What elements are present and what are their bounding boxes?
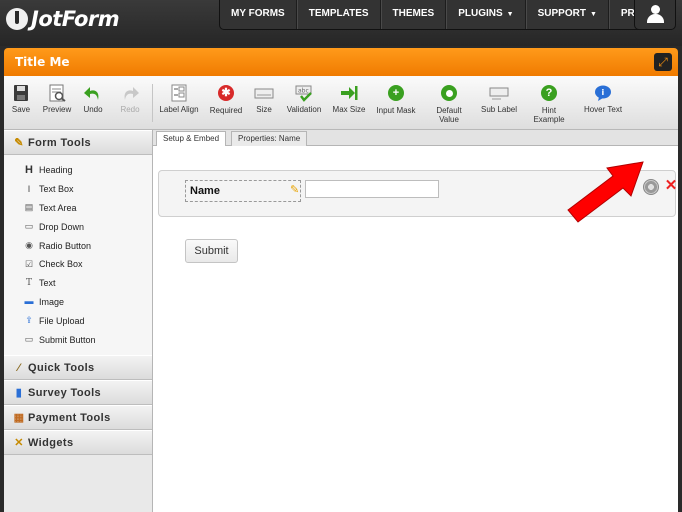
jotform-logo[interactable]: JotForm	[6, 7, 120, 31]
form-title[interactable]: Title Me	[15, 55, 70, 69]
tab-properties[interactable]: Properties: Name	[231, 131, 308, 146]
chevron-down-icon: ▼	[506, 11, 514, 18]
tool-text-area[interactable]: ▤ Text Area	[4, 199, 152, 218]
preview-icon	[47, 84, 67, 102]
top-bar: JotForm MY FORMS TEMPLATES THEMES PLUGIN…	[0, 0, 682, 46]
dropdown-icon: ▭	[24, 221, 34, 232]
input-mask-button[interactable]: + Input Mask	[374, 84, 418, 115]
tool-text-box[interactable]: I Text Box	[4, 180, 152, 199]
redo-icon	[120, 84, 140, 102]
svg-text:i: i	[602, 88, 605, 97]
tool-drop-down[interactable]: ▭ Drop Down	[4, 217, 152, 236]
chevron-down-icon: ▼	[589, 11, 597, 18]
floppy-disk-icon	[11, 84, 31, 102]
validation-button[interactable]: abc Validation	[284, 84, 324, 114]
nav-themes[interactable]: THEMES	[380, 0, 447, 29]
radio-icon: ◉	[25, 240, 33, 251]
save-button[interactable]: Save	[8, 84, 34, 114]
properties-toolbar: Save Preview Undo Redo Label Align ✱ Req…	[4, 76, 678, 130]
payment-icon: ▦	[13, 411, 25, 424]
preview-button[interactable]: Preview	[39, 84, 75, 114]
widgets-header[interactable]: ✕ Widgets	[4, 429, 152, 455]
user-account-button[interactable]	[634, 0, 676, 30]
name-input[interactable]	[305, 180, 439, 198]
max-size-button[interactable]: Max Size	[330, 84, 368, 114]
checkbox-icon: ☑	[24, 258, 34, 269]
required-button[interactable]: ✱ Required	[206, 84, 246, 115]
svg-text:abc: abc	[298, 88, 309, 95]
fullscreen-icon[interactable]: ⤢	[654, 53, 672, 71]
undo-button[interactable]: Undo	[80, 84, 106, 114]
tool-check-box[interactable]: ☑ Check Box	[4, 255, 152, 274]
sub-label-icon	[489, 84, 509, 102]
validation-icon: abc	[294, 84, 314, 102]
redo-button[interactable]: Redo	[117, 84, 143, 114]
gear-icon[interactable]	[643, 179, 659, 195]
form-title-bar: Title Me ⤢	[4, 48, 678, 76]
speech-bubble-icon: i	[593, 84, 613, 102]
tools-sidebar: ✎ Form Tools H Heading I Text Box ▤ Text Are…	[4, 130, 153, 512]
editor-tabs: Setup & Embed Properties: Name	[153, 130, 678, 146]
default-value-icon	[439, 85, 459, 103]
main-nav: MY FORMS TEMPLATES THEMES PLUGINS ▼ SUPPO…	[219, 0, 675, 30]
nav-plugins[interactable]: PLUGINS ▼	[446, 0, 526, 29]
sub-label-button[interactable]: Sub Label	[478, 84, 520, 114]
pencil-icon: ✎	[14, 137, 24, 149]
submit-button[interactable]: Submit	[185, 239, 238, 263]
tool-image[interactable]: ▬ Image	[4, 293, 152, 312]
default-value-button[interactable]: Default Value	[432, 84, 466, 124]
tool-submit-button[interactable]: ▭ Submit Button	[4, 330, 152, 349]
size-button[interactable]: Size	[252, 84, 276, 114]
input-mask-icon: +	[386, 85, 406, 103]
logo-text: JotForm	[31, 7, 120, 31]
red-arrow-annotation	[567, 161, 644, 223]
form-tools-header[interactable]: ✎ Form Tools	[4, 130, 152, 155]
required-icon: ✱	[216, 85, 236, 103]
hint-example-button[interactable]: ? Hint Example	[528, 84, 570, 124]
logo-icon	[6, 8, 28, 30]
text-area-icon: ▤	[24, 202, 34, 213]
undo-icon	[83, 84, 103, 102]
tool-heading[interactable]: H Heading	[4, 161, 152, 180]
wand-icon: ⁄	[17, 361, 21, 374]
nav-support[interactable]: SUPPORT ▼	[525, 0, 609, 29]
tool-file-upload[interactable]: ⇪ File Upload	[4, 311, 152, 330]
tool-radio-button[interactable]: ◉ Radio Button	[4, 236, 152, 255]
label-align-icon	[169, 84, 189, 102]
image-icon: ▬	[24, 296, 34, 307]
hover-text-button[interactable]: i Hover Text	[578, 84, 628, 114]
hint-icon: ?	[539, 85, 559, 103]
widgets-icon: ✕	[14, 436, 24, 449]
form-tools-list: H Heading I Text Box ▤ Text Area ▭ Drop Down…	[4, 155, 152, 355]
edit-pencil-icon[interactable]: ✎	[290, 184, 302, 196]
upload-icon: ⇪	[25, 315, 33, 326]
payment-tools-header[interactable]: ▦ Payment Tools	[4, 404, 152, 430]
tab-setup-embed[interactable]: Setup & Embed	[156, 131, 227, 146]
nav-templates[interactable]: TEMPLATES	[296, 0, 381, 29]
max-size-icon	[339, 84, 359, 102]
quick-tools-header[interactable]: ⁄ Quick Tools	[4, 354, 152, 380]
tool-text[interactable]: T Text	[4, 274, 152, 293]
user-icon	[651, 5, 660, 14]
button-icon: ▭	[24, 334, 34, 345]
name-field-label[interactable]: Name	[185, 180, 301, 202]
nav-my-forms[interactable]: MY FORMS	[220, 0, 297, 29]
text-box-icon: I	[27, 183, 31, 194]
heading-icon: H	[25, 163, 33, 176]
bar-chart-icon: ▮	[15, 386, 23, 399]
survey-tools-header[interactable]: ▮ Survey Tools	[4, 379, 152, 405]
delete-field-icon[interactable]: ✕	[664, 178, 678, 194]
size-icon	[254, 84, 274, 102]
text-icon: T	[25, 277, 32, 288]
label-align-button[interactable]: Label Align	[158, 84, 200, 114]
